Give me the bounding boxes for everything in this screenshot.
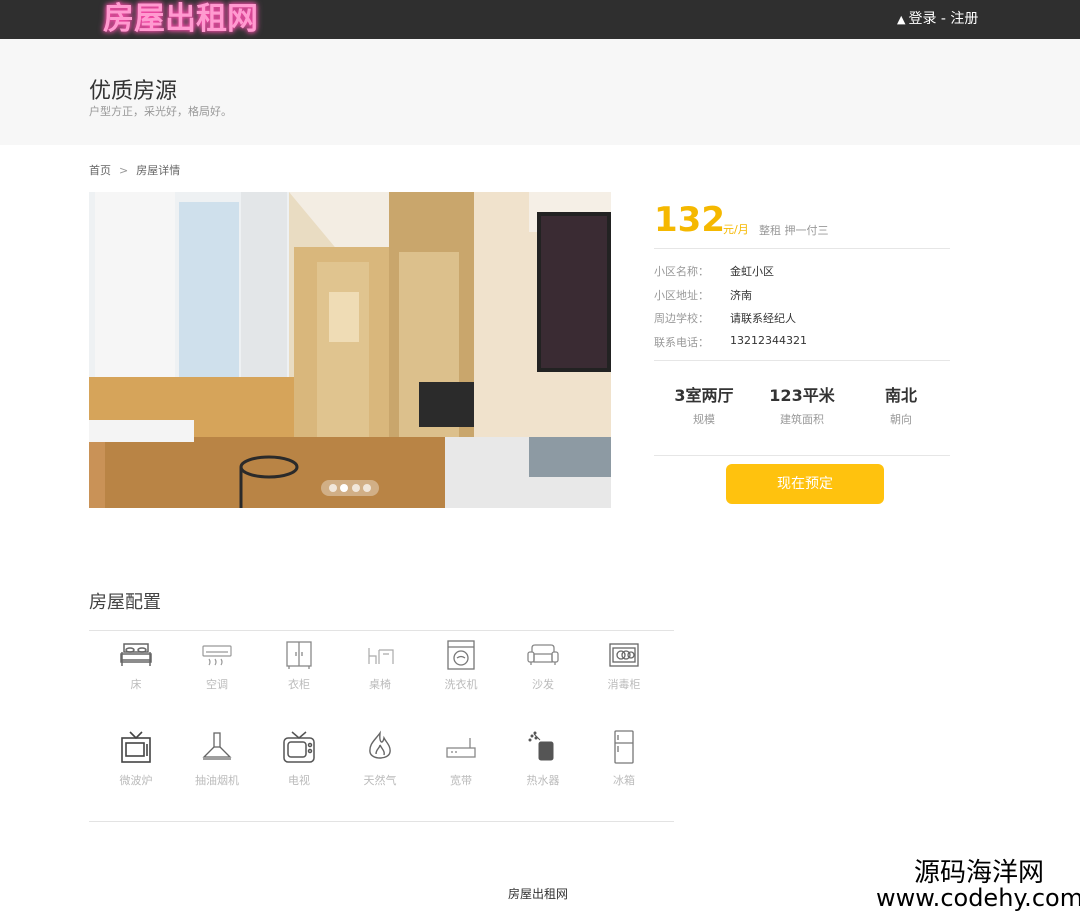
facilities-title: 房屋配置	[89, 592, 161, 613]
watermark-url: www.codehy.com	[876, 884, 1080, 912]
facility-label: 微波炉	[119, 774, 153, 787]
facility-fridge: 冰箱	[583, 730, 665, 788]
facility-sterilizer: 消毒柜	[583, 640, 665, 692]
spec-area: 123平米 建筑面积	[752, 386, 852, 427]
spec-value: 123平米	[769, 386, 835, 405]
detail-value: 请联系经纪人	[730, 312, 796, 325]
facility-sofa: 沙发	[502, 640, 584, 692]
facility-label: 床	[130, 678, 142, 691]
register-link[interactable]: 注册	[950, 11, 978, 27]
detail-value: 金虹小区	[730, 265, 774, 278]
detail-row-community: 小区名称： 金虹小区	[654, 263, 774, 279]
rent-type: 整租 押一付三	[759, 224, 829, 237]
wardrobe-icon	[286, 641, 312, 669]
sterilizer-icon	[609, 643, 639, 667]
facility-label: 沙发	[532, 678, 554, 691]
breadcrumb-home[interactable]: 首页	[89, 164, 111, 177]
bed-icon	[120, 643, 152, 666]
auth-separator: -	[936, 11, 951, 27]
detail-value: 济南	[730, 289, 752, 302]
price-block: 132 元/月	[654, 200, 749, 240]
facility-wardrobe: 衣柜	[258, 640, 340, 692]
facility-bed: 床	[95, 640, 177, 692]
facility-ac: 空调	[176, 640, 258, 692]
facility-tv: 电视	[258, 730, 340, 788]
tv-icon	[283, 731, 315, 763]
site-logo[interactable]: 房屋出租网	[103, 1, 258, 37]
divider	[89, 821, 674, 822]
facility-desk-chair: 桌椅	[339, 640, 421, 692]
spec-label: 建筑面积	[780, 413, 824, 426]
carousel-dot[interactable]	[351, 484, 360, 492]
breadcrumb-separator: >	[119, 164, 129, 177]
book-now-button[interactable]: 现在预定	[726, 464, 884, 504]
carousel-dot[interactable]	[363, 484, 372, 492]
facility-label: 天然气	[363, 774, 397, 787]
range-hood-icon	[202, 732, 232, 760]
detail-row-address: 小区地址： 济南	[654, 287, 752, 303]
price-value: 132	[654, 200, 725, 240]
water-heater-icon	[528, 731, 554, 761]
divider	[654, 248, 950, 249]
facility-label: 空调	[206, 678, 228, 691]
facility-gas: 天然气	[339, 730, 421, 788]
facility-washer: 洗衣机	[420, 640, 502, 692]
detail-value: 13212344321	[730, 334, 807, 347]
detail-row-school: 周边学校： 请联系经纪人	[654, 310, 796, 326]
divider	[654, 360, 950, 361]
user-icon: ▲	[897, 13, 906, 26]
detail-label: 周边学校：	[654, 312, 709, 325]
top-navbar: 房屋出租网 ▲ 登录 - 注册	[0, 0, 1080, 39]
flame-icon	[369, 730, 391, 759]
room-photo	[89, 192, 611, 508]
facility-label: 桌椅	[369, 678, 391, 691]
microwave-icon	[121, 731, 151, 763]
facility-label: 抽油烟机	[195, 774, 239, 787]
breadcrumb-current: 房屋详情	[136, 164, 181, 177]
washing-machine-icon	[447, 640, 475, 670]
breadcrumb: 首页 > 房屋详情	[89, 162, 180, 178]
page-title: 优质房源	[89, 79, 178, 104]
spec-value: 南北	[884, 386, 917, 405]
router-icon	[446, 738, 476, 758]
facility-label: 冰箱	[613, 774, 635, 787]
facility-microwave: 微波炉	[95, 730, 177, 788]
facility-water-heater: 热水器	[502, 730, 584, 788]
facility-label: 衣柜	[288, 678, 310, 691]
facility-label: 宽带	[450, 774, 472, 787]
spec-orientation: 南北 朝向	[851, 386, 951, 427]
sofa-icon	[527, 644, 559, 665]
facility-broadband: 宽带	[420, 730, 502, 788]
detail-label: 小区名称：	[654, 265, 709, 278]
detail-label: 联系电话：	[654, 336, 709, 349]
spec-layout: 3室两厅 规模	[654, 386, 754, 427]
carousel-dot[interactable]	[328, 484, 337, 492]
spec-label: 朝向	[890, 413, 912, 426]
spec-value: 3室两厅	[674, 386, 734, 405]
login-link[interactable]: 登录	[908, 11, 936, 27]
detail-label: 小区地址：	[654, 289, 709, 302]
price-unit: 元/月	[723, 223, 749, 236]
spec-label: 规模	[693, 413, 715, 426]
fridge-icon	[614, 730, 634, 764]
carousel-indicators	[321, 480, 379, 496]
divider	[654, 455, 950, 456]
auth-links: ▲ 登录 - 注册	[897, 10, 978, 29]
house-photo-carousel[interactable]	[89, 192, 611, 508]
facility-label: 消毒柜	[607, 678, 641, 691]
facility-label: 热水器	[526, 774, 560, 787]
desk-chair-icon	[368, 648, 394, 664]
facility-label: 电视	[288, 774, 310, 787]
footer-text: 房屋出租网	[508, 887, 569, 901]
page-subtitle: 户型方正，采光好，格局好。	[89, 105, 232, 118]
carousel-dot-active[interactable]	[340, 484, 349, 492]
facility-range-hood: 抽油烟机	[176, 730, 258, 788]
air-conditioner-icon	[202, 645, 232, 666]
facility-label: 洗衣机	[444, 678, 478, 691]
page-banner: 优质房源 户型方正，采光好，格局好。	[0, 39, 1080, 145]
detail-row-phone: 联系电话： 13212344321	[654, 334, 807, 350]
divider	[89, 630, 674, 631]
